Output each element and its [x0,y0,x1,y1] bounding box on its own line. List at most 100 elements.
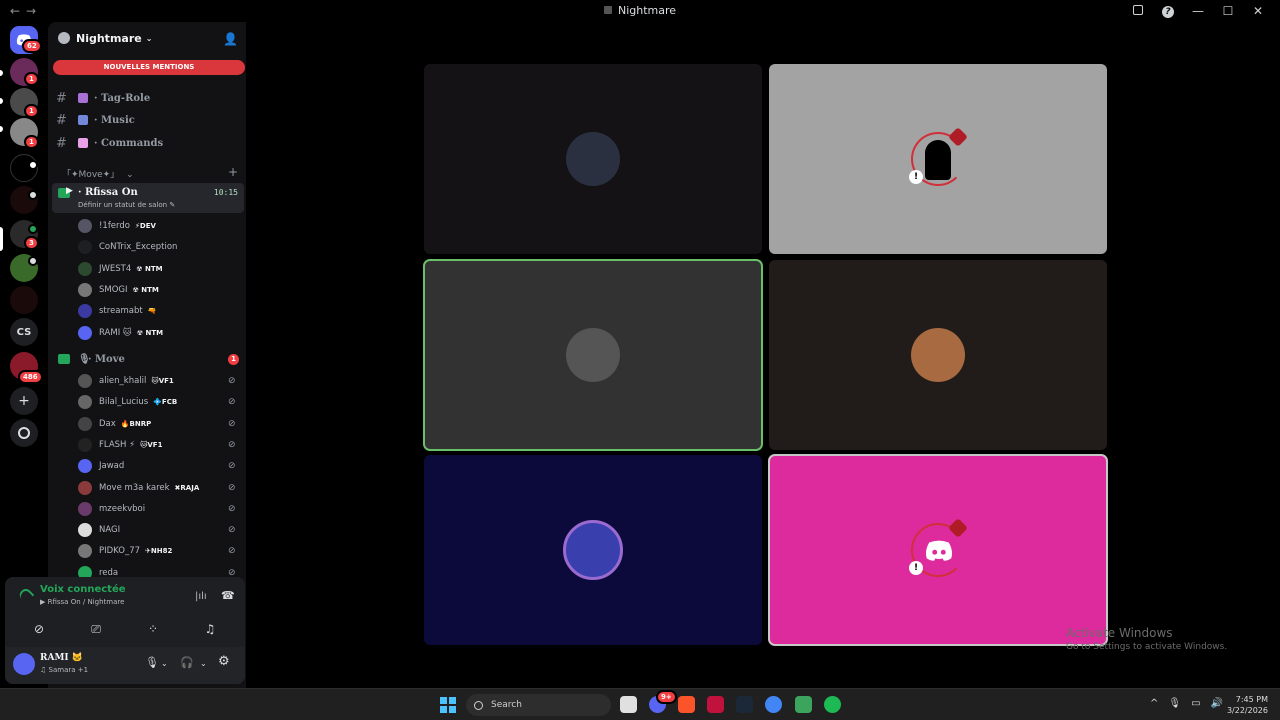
screen-share-button[interactable]: ⎚ [70,617,122,641]
server-badge: 486 [18,370,43,384]
soundboard-button[interactable]: ♫ [184,617,236,641]
discover-button[interactable] [10,419,38,447]
participant-tile[interactable] [424,455,762,645]
voice-member[interactable]: CoNTrix_Exception [78,237,238,257]
voice-member[interactable]: Bilal_Lucius 💠FCB ⊘ [78,392,238,412]
headphones-icon[interactable]: 🎧 [180,656,194,669]
server-icon-cs[interactable]: CS [10,318,38,346]
voice-member[interactable]: FLASH ⚡ 🐱VF1 ⊘ [78,435,238,455]
avatar [563,520,623,580]
voice-member[interactable]: JWEST4 ☢ NTM [78,259,238,279]
member-tag: 🔫 [147,307,157,316]
avatar [78,459,92,474]
microphone-icon[interactable]: 🎙 [145,656,159,669]
create-channel-icon[interactable]: + [228,165,238,179]
new-mentions-banner[interactable]: NOUVELLES MENTIONS [53,60,245,75]
participant-tile[interactable] [769,260,1107,450]
member-tag: 💠FCB [153,398,178,407]
channel-emoji-icon [78,93,88,103]
steam-icon[interactable] [736,696,753,713]
user-activity: ♫ Samara +1 [40,666,89,674]
voice-channel-move[interactable]: 🎙 · Move 1 [58,350,239,368]
voice-location[interactable]: ▶ Rfissa On / Nightmare [40,598,124,606]
voice-member[interactable]: NAGI ⊘ [78,520,238,540]
start-button[interactable] [440,697,456,713]
inbox-button[interactable] [1130,4,1146,18]
participant-tile-speaking[interactable] [423,259,763,451]
member-tag: ⚡DEV [134,222,156,230]
channel-emoji-icon [78,138,88,148]
help-button[interactable]: ? [1160,3,1176,18]
category-move[interactable]: 「✦Move✦」 ⌄ + [62,165,238,180]
search-box[interactable]: Search [466,694,611,716]
voice-member[interactable]: !1ferdo ⚡DEV [78,216,238,236]
active-voice-channel[interactable]: ▶ · Rfissa On 10:15 Définir un statut de… [52,183,244,213]
avatar [78,282,92,297]
silhouette-icon [925,140,951,180]
add-server-button[interactable]: + [10,387,38,415]
voice-member[interactable]: Move m3a karek ✖RAJA ⊘ [78,478,238,498]
voice-member[interactable]: alien_khalil 🐱VF1 ⊘ [78,371,238,391]
chevron-down-icon[interactable]: ⌄ [161,659,168,668]
channel-tag-role[interactable]: # · Tag-Role [56,88,150,108]
spotify-icon[interactable] [824,696,841,713]
clock[interactable]: 7:45 PM 3/22/2026 [1224,694,1268,716]
voice-status[interactable]: Définir un statut de salon ✎ [78,201,175,209]
close-button[interactable]: ✕ [1250,4,1266,18]
voice-connected-label[interactable]: Voix connectée [40,584,126,595]
avatar [78,219,92,233]
maximize-button[interactable]: ☐ [1220,4,1236,18]
avatar[interactable] [13,653,35,675]
warning-icon: ! [909,561,923,575]
voice-member[interactable]: streamabt 🔫 [78,301,238,321]
chevron-down-icon: ⌄ [126,170,134,180]
member-name: CoNTrix_Exception [99,242,178,253]
participant-tile-selected[interactable]: ! [768,454,1108,646]
file-explorer-icon[interactable] [620,696,637,713]
app-icon[interactable] [795,696,812,713]
brave-icon[interactable] [678,696,695,713]
voice-member[interactable]: PIDKO_77 ✈NH82 ⊘ [78,541,238,561]
microphone-icon[interactable]: 🎙 [1168,698,1181,709]
voice-member[interactable]: Dax 🔥BNRP ⊘ [78,414,238,434]
avatar [566,328,620,382]
chrome-icon[interactable] [765,696,782,713]
channel-music[interactable]: # · Music [56,110,135,130]
channel-commands[interactable]: # · Commands [56,133,163,153]
unread-pill [0,126,3,132]
member-name: JWEST4 [99,263,132,274]
participant-tile[interactable] [424,64,762,254]
voice-member[interactable]: Jawad ⊘ [78,456,238,476]
invite-people-icon[interactable]: 👤 [223,32,238,46]
voice-member[interactable]: SMOGI ☢ NTM [78,280,238,300]
warning-icon: ! [909,170,923,184]
discord-icon [925,540,953,561]
username[interactable]: RAMI 🐱 [40,653,83,663]
volume-icon[interactable]: 🔊 [1211,698,1223,709]
activate-windows-watermark: Activate Windows Go to Settings to activ… [1066,626,1228,652]
participant-tile[interactable]: ! [769,64,1107,254]
chevron-up-icon[interactable]: ^ [1150,698,1158,709]
member-name: mzeekvboi [99,503,146,514]
settings-gear-icon[interactable]: ⚙ [218,654,230,669]
deafened-icon: ⊘ [228,546,236,557]
network-icon[interactable]: ▭ [1191,698,1200,709]
camera-button[interactable]: ⊘ [13,617,65,641]
server-icon[interactable] [10,286,38,314]
avatar [78,523,92,538]
deafened-icon: ⊘ [228,439,236,450]
discord-taskbar-badge: 9+ [656,690,677,704]
disconnect-icon[interactable]: ☎ [221,589,235,602]
voice-member[interactable]: RAMI 🐱 ☢ NTM [78,323,238,343]
server-header[interactable]: Nightmare ⌄ 👤 [48,22,246,54]
voice-member[interactable]: mzeekvboi ⊘ [78,499,238,519]
avatar [78,325,92,340]
activities-button[interactable]: ⁘ [127,617,179,641]
noise-suppression-icon[interactable]: |ılı [195,591,207,602]
app-icon[interactable] [707,696,724,713]
minimize-button[interactable]: — [1190,4,1206,18]
member-name: Bilal_Lucius [99,397,149,408]
member-tag: 🐱VF1 [140,440,163,449]
voice-timer: 10:15 [213,188,238,197]
chevron-down-icon[interactable]: ⌄ [200,659,207,668]
